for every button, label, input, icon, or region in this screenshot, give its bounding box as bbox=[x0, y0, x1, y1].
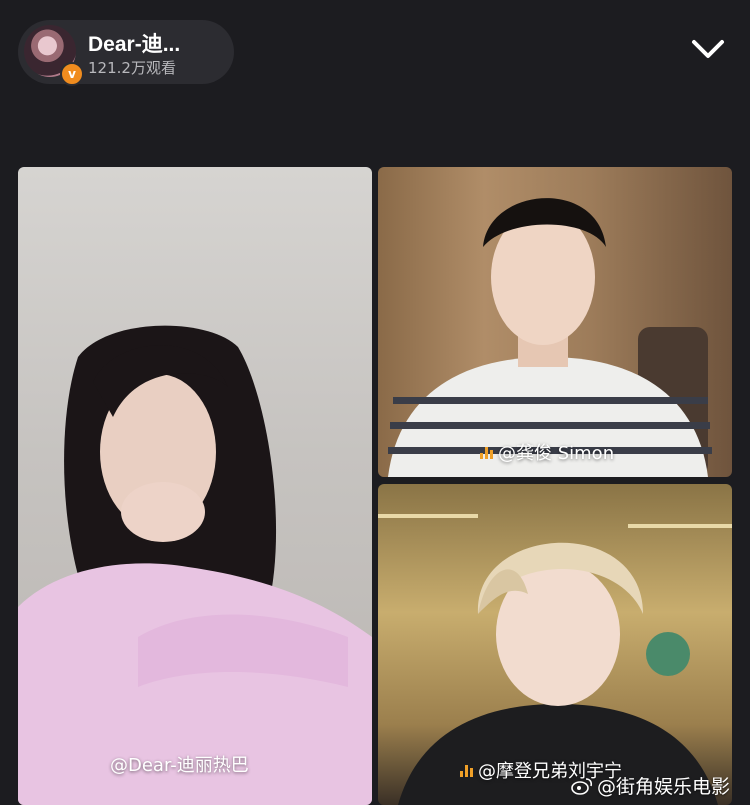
collapse-button[interactable] bbox=[686, 32, 730, 68]
watermark: @街角娱乐电影 bbox=[571, 772, 730, 799]
host-name[interactable]: Dear-迪... bbox=[88, 28, 180, 58]
tile-label-host: @Dear-迪丽热巴 bbox=[110, 755, 249, 776]
audio-bars-icon bbox=[460, 763, 474, 777]
live-room-screen: v Dear-迪... 121.2万观看 @Dear-迪丽热巴 @龚俊 Simo… bbox=[0, 0, 750, 805]
audio-bars-icon bbox=[480, 445, 494, 459]
verified-badge-icon: v bbox=[60, 62, 84, 86]
video-tile-guest-1[interactable]: @龚俊 Simon bbox=[378, 167, 732, 477]
tile-label-guest-1: @龚俊 Simon bbox=[480, 439, 614, 465]
guest-1-video-figure bbox=[388, 198, 712, 477]
chevron-down-icon bbox=[692, 40, 724, 58]
host-video-figure bbox=[18, 325, 372, 805]
video-tile-host[interactable]: @Dear-迪丽热巴 bbox=[18, 167, 372, 805]
view-count: 121.2万观看 bbox=[88, 59, 176, 77]
weibo-icon bbox=[571, 777, 593, 795]
video-tile-guest-2[interactable]: @摩登兄弟刘宇宁 bbox=[378, 484, 732, 805]
host-info-pill[interactable]: v Dear-迪... 121.2万观看 bbox=[18, 20, 234, 86]
